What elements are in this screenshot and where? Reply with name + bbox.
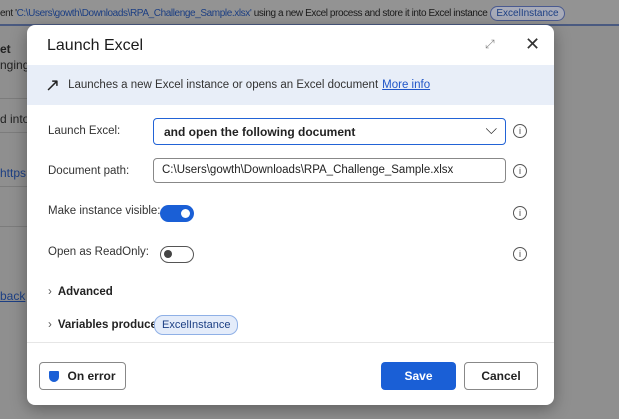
info-banner: ↗ Launches a new Excel instance or opens… <box>27 65 554 105</box>
on-error-label: On error <box>67 369 116 383</box>
save-button[interactable]: Save <box>381 362 456 390</box>
bg-link[interactable]: back <box>0 289 25 303</box>
bg-text: et <box>0 42 11 56</box>
description: Launches a new Excel instance or opens a… <box>68 79 379 91</box>
readonly-label: Open as ReadOnly: <box>48 246 150 258</box>
summary-prefix: ent ' <box>0 8 17 19</box>
chevron-down-icon: ⌵ <box>485 121 497 138</box>
summary-suffix: using a new Excel process and store it i… <box>251 8 488 19</box>
advanced-expander[interactable]: › Advanced <box>48 286 113 298</box>
launch-excel-select[interactable]: and open the following document ⌵ <box>153 118 506 145</box>
divider <box>0 132 27 133</box>
more-info-link[interactable]: More info <box>382 79 430 91</box>
launch-excel-value: and open the following document <box>164 125 356 139</box>
cancel-button[interactable]: Cancel <box>464 362 538 390</box>
bg-text: d into <box>0 112 30 126</box>
bg-text: nging <box>0 58 30 72</box>
action-summary: ent 'C:\Users\gowth\Downloads\RPA_Challe… <box>0 0 619 26</box>
readonly-toggle[interactable] <box>160 246 194 263</box>
visible-label: Make instance visible: <box>48 205 161 217</box>
close-icon[interactable]: ✕ <box>525 34 540 55</box>
chevron-right-icon: › <box>48 286 52 298</box>
variable-pill[interactable]: ExcelInstance <box>154 315 239 335</box>
document-path-label: Document path: <box>48 165 130 177</box>
launch-excel-label: Launch Excel: <box>48 125 121 137</box>
variables-expander[interactable]: › Variables produced <box>48 319 164 331</box>
summary-variable: ExcelInstance <box>490 6 565 21</box>
launch-excel-dialog: Launch Excel ⤢ ✕ ↗ Launches a new Excel … <box>27 25 554 405</box>
chevron-right-icon: › <box>48 319 52 331</box>
expand-icon[interactable]: ⤢ <box>485 37 495 52</box>
divider <box>0 186 27 187</box>
divider <box>0 226 27 227</box>
document-path-input[interactable]: C:\Users\gowth\Downloads\RPA_Challenge_S… <box>153 158 506 183</box>
variables-label: Variables produced <box>57 319 164 331</box>
info-icon[interactable]: i <box>513 206 527 220</box>
visible-toggle[interactable] <box>160 205 194 222</box>
advanced-label: Advanced <box>57 286 113 298</box>
summary-path: C:\Users\gowth\Downloads\RPA_Challenge_S… <box>16 8 252 19</box>
dialog-title: Launch Excel <box>47 37 144 54</box>
arrow-up-right-icon: ↗ <box>45 74 61 95</box>
info-icon[interactable]: i <box>513 247 527 261</box>
divider <box>27 342 554 343</box>
info-icon[interactable]: i <box>513 124 527 138</box>
shield-icon <box>49 370 60 382</box>
divider <box>0 98 27 99</box>
on-error-button[interactable]: On error <box>39 362 126 390</box>
info-icon[interactable]: i <box>513 164 527 178</box>
